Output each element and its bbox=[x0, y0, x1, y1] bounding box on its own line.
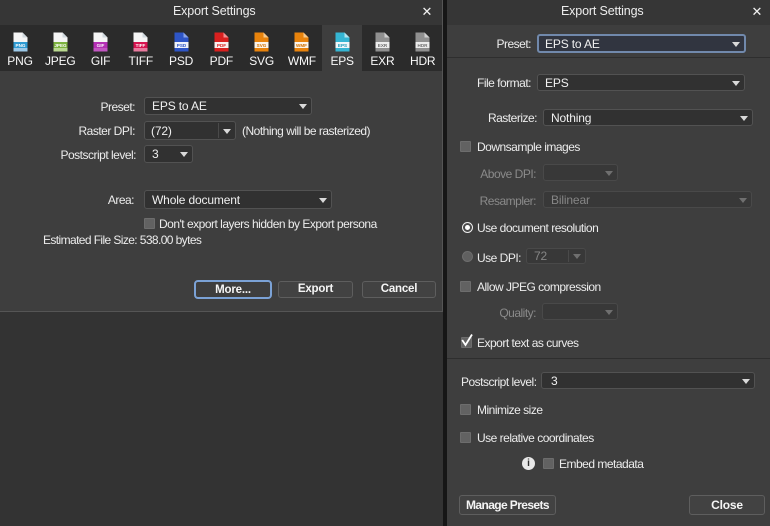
svg-text:GIF: GIF bbox=[97, 43, 105, 48]
svg-text:SVG: SVG bbox=[257, 43, 267, 48]
svg-text:PNG: PNG bbox=[15, 43, 25, 48]
svg-text:EXR: EXR bbox=[378, 43, 388, 48]
svg-text:WMF: WMF bbox=[296, 43, 307, 48]
svg-text:PDF: PDF bbox=[217, 43, 226, 48]
svg-text:HDR: HDR bbox=[418, 43, 429, 48]
svg-text:PSD: PSD bbox=[176, 43, 186, 48]
svg-text:TIFF: TIFF bbox=[136, 43, 146, 48]
svg-text:EPS: EPS bbox=[338, 43, 347, 48]
svg-text:JPEG: JPEG bbox=[54, 43, 67, 48]
